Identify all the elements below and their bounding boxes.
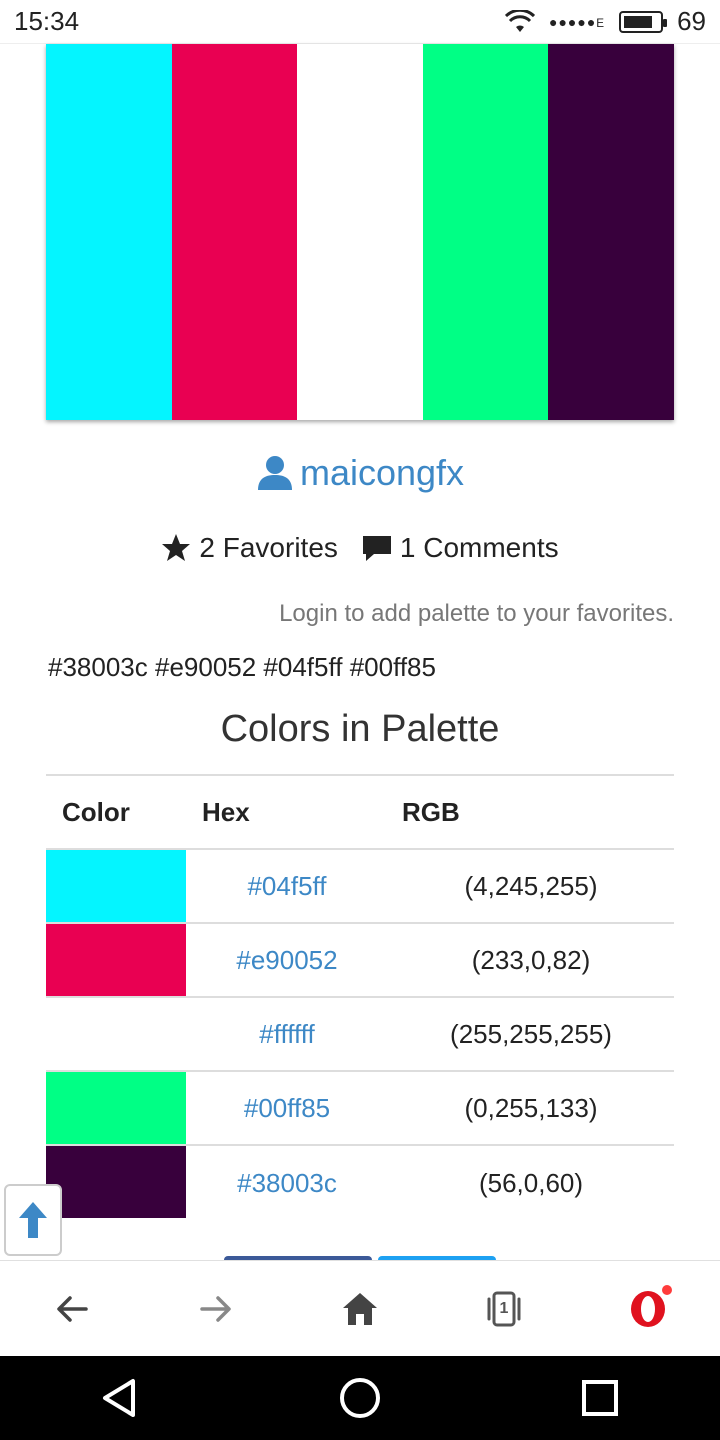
palette-stripe [46, 44, 172, 420]
palette-stripe [171, 44, 298, 420]
color-swatch [46, 924, 186, 996]
author-username[interactable]: maicongfx [300, 452, 464, 494]
comments-stat[interactable]: 1 Comments [362, 532, 559, 564]
android-nav-bar [0, 1356, 720, 1440]
wifi-icon [505, 9, 536, 32]
rgb-value: (56,0,60) [478, 1167, 584, 1198]
notification-dot [662, 1284, 672, 1295]
status-time: 15:34 [14, 6, 80, 36]
tabs-button[interactable]: 1 [474, 1279, 534, 1339]
scroll-to-top-button[interactable] [4, 1184, 62, 1256]
color-swatch [46, 1146, 186, 1218]
hex-list: #38003c #e90052 #04f5ff #00ff85 [48, 652, 436, 682]
hex-link[interactable]: #ffffff [186, 998, 388, 1070]
comments-label[interactable]: 1 Comments [400, 532, 559, 564]
hex-link[interactable]: #38003c [186, 1146, 388, 1220]
status-icons: ●●●●●E 69 [505, 6, 706, 37]
favorites-stat: 2 Favorites [161, 532, 338, 564]
color-swatch [46, 998, 186, 1070]
table-row: #38003c (56,0,60) [46, 1146, 674, 1220]
home-button[interactable] [330, 1279, 390, 1339]
header-hex: Hex [202, 796, 250, 827]
color-swatch [46, 1072, 186, 1144]
back-button[interactable] [42, 1279, 102, 1339]
user-icon [257, 456, 292, 490]
status-bar: 15:34 ●●●●●E 69 [0, 0, 720, 44]
palette-preview [46, 44, 674, 420]
rgb-value: (0,255,133) [464, 1092, 598, 1123]
hex-link[interactable]: #e90052 [186, 924, 388, 996]
color-swatch [46, 850, 186, 922]
hex-link[interactable]: #00ff85 [186, 1072, 388, 1144]
forward-arrow-icon [200, 1295, 231, 1322]
palette-stripe [297, 44, 423, 420]
header-color: Color [62, 796, 130, 827]
browser-toolbar: 1 [0, 1260, 720, 1356]
table-row: #00ff85 (0,255,133) [46, 1072, 674, 1146]
home-icon [343, 1292, 377, 1325]
nav-recents-icon[interactable] [577, 1375, 623, 1421]
palette-stripe [548, 44, 674, 420]
hex-link[interactable]: #04f5ff [186, 850, 388, 922]
star-icon [162, 534, 191, 561]
login-note[interactable]: Login to add palette to your favorites. [279, 600, 674, 628]
signal-icon: ●●●●●E [549, 13, 606, 30]
table-row: #ffffff (255,255,255) [46, 998, 674, 1072]
battery-icon [619, 10, 668, 33]
table-row: #04f5ff (4,245,255) [46, 850, 674, 924]
arrow-up-icon [19, 1202, 47, 1238]
palette-stripe [422, 44, 549, 420]
comment-icon [362, 536, 391, 561]
colors-table: Color Hex RGB #04f5ff (4,245,255) #e9005… [46, 774, 674, 1220]
table-header: Color Hex RGB [46, 776, 674, 850]
opera-icon [631, 1290, 665, 1327]
rgb-value: (255,255,255) [450, 1018, 612, 1049]
nav-back-icon[interactable] [97, 1375, 143, 1421]
header-rgb: RGB [402, 796, 460, 827]
battery-level: 69 [677, 6, 706, 36]
palette-stats: 2 Favorites 1 Comments [0, 528, 720, 568]
rgb-value: (4,245,255) [464, 870, 598, 901]
network-type: E [596, 16, 606, 30]
forward-button[interactable] [186, 1279, 246, 1339]
section-title: Colors in Palette [220, 708, 500, 750]
table-row: #e90052 (233,0,82) [46, 924, 674, 998]
opera-menu-button[interactable] [618, 1279, 678, 1339]
back-arrow-icon [57, 1295, 88, 1322]
favorites-label: 2 Favorites [199, 532, 338, 563]
tab-count: 1 [499, 1299, 509, 1317]
nav-home-icon[interactable] [337, 1375, 383, 1421]
author-link[interactable]: maicongfx [0, 448, 720, 498]
rgb-value: (233,0,82) [471, 944, 591, 975]
